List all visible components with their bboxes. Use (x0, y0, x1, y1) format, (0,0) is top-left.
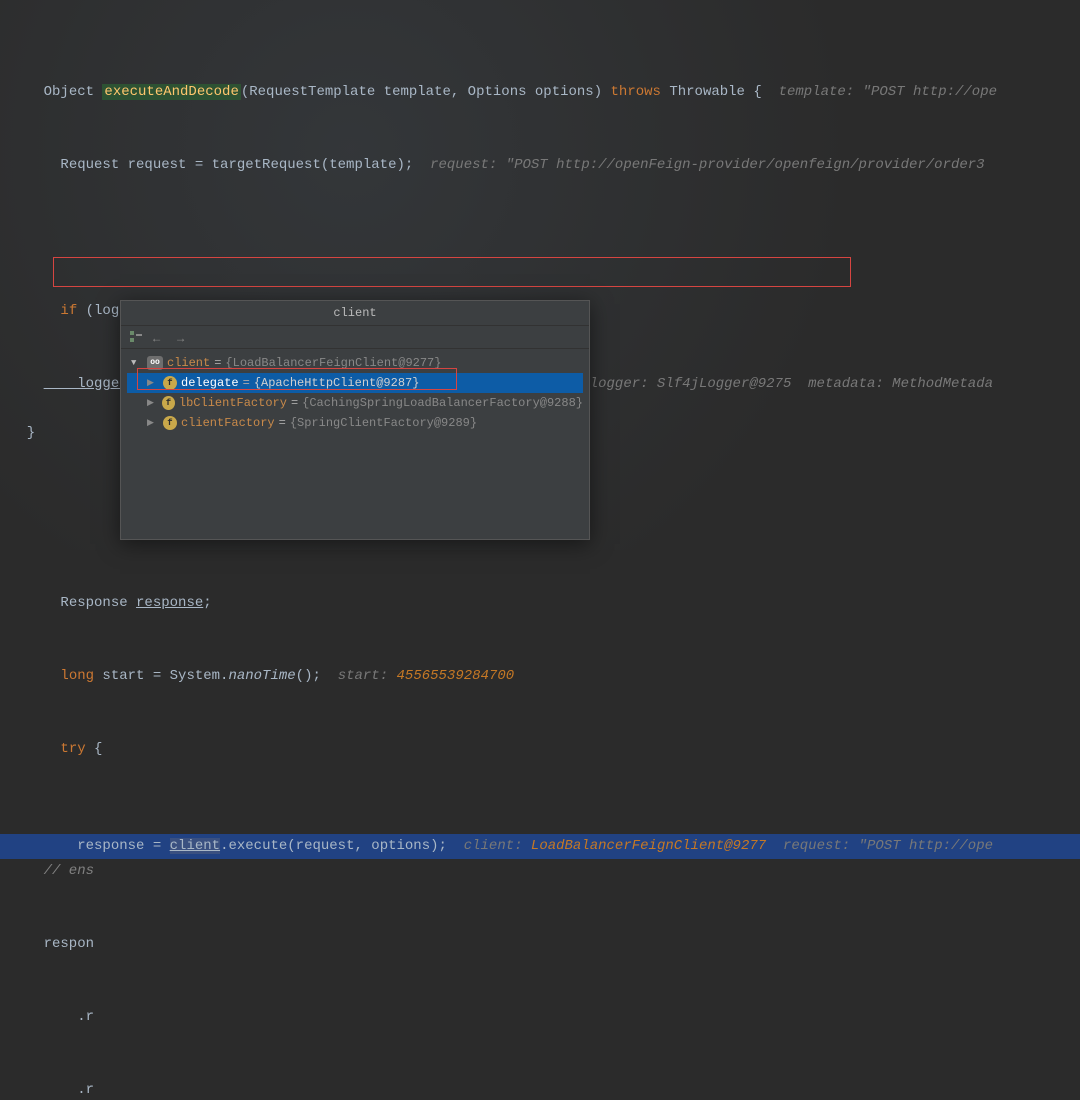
code-text: ; (203, 595, 211, 611)
inlay-hint: client: (447, 838, 531, 854)
expand-arrow-icon[interactable]: ▶ (147, 394, 158, 412)
tree-node-name: lbClientFactory (179, 394, 287, 412)
tree-node-value: {LoadBalancerFeignClient@9277} (225, 354, 441, 372)
tree-view-icon[interactable] (129, 330, 143, 344)
expand-arrow-icon[interactable]: ▼ (131, 354, 143, 372)
tree-node-value: {ApacheHttpClient@9287} (254, 374, 420, 392)
keyword: long (44, 668, 94, 684)
code-text: start = System. (94, 668, 228, 684)
inlay-hint: request: (766, 838, 858, 854)
inlay-hint: request: (413, 157, 505, 173)
code-text: respon (10, 936, 94, 952)
expand-arrow-icon[interactable]: ▶ (147, 374, 159, 392)
field-icon: f (163, 416, 177, 430)
inlay-hint: start: (321, 668, 397, 684)
keyword: throws (611, 84, 661, 100)
inlay-hint-value: "POST http://ope (859, 838, 993, 854)
static-method: nanoTime (228, 668, 295, 684)
equals: = (243, 374, 250, 392)
expand-arrow-icon[interactable]: ▶ (147, 414, 159, 432)
comment: // ens (10, 863, 94, 879)
equals: = (291, 394, 298, 412)
popup-toolbar: ← → (121, 326, 589, 349)
code-text: .execute(request, options); (220, 838, 447, 854)
inlay-hint: logger: Slf4jLogger@9275 metadata: Metho… (573, 376, 993, 392)
inlay-hint-value: LoadBalancerFeignClient@9277 (531, 838, 766, 854)
keyword: try (44, 741, 86, 757)
variable-under-inspection[interactable]: client (170, 838, 220, 854)
code-text: response = (44, 838, 170, 854)
variable-tree[interactable]: ▼ oo client = {LoadBalancerFeignClient@9… (121, 349, 589, 437)
debug-current-line[interactable]: response = client.execute(request, optio… (10, 786, 1080, 811)
code-text: Response (44, 595, 136, 611)
code-text: } (10, 425, 35, 441)
code-text: Object (44, 84, 103, 100)
variable: response (136, 595, 203, 611)
keyword: if (44, 303, 78, 319)
tree-node-value: {SpringClientFactory@9289} (290, 414, 477, 432)
inlay-hint: template: (762, 84, 863, 100)
code-editor[interactable]: Object executeAndDecode(RequestTemplate … (0, 0, 1080, 1100)
tree-root-row[interactable]: ▼ oo client = {LoadBalancerFeignClient@9… (127, 353, 583, 373)
equals: = (214, 354, 221, 372)
method-name-highlight: executeAndDecode (102, 84, 240, 100)
tree-node-value: {CachingSpringLoadBalancerFactory@9288} (302, 394, 583, 412)
tree-node-name: clientFactory (181, 414, 275, 432)
back-arrow-icon[interactable]: ← (153, 330, 167, 344)
debug-inspect-popup[interactable]: client ← → ▼ oo client = {LoadBalancerFe… (120, 300, 590, 540)
object-icon: oo (147, 356, 163, 370)
tree-child-row[interactable]: ▶ f lbClientFactory = {CachingSpringLoad… (127, 393, 583, 413)
code-text: { (86, 741, 103, 757)
code-text: .r (10, 1009, 94, 1025)
inlay-hint-value: "POST http://openFeign-provider/openfeig… (506, 157, 985, 173)
code-text: logger (44, 376, 128, 392)
tree-node-name: delegate (181, 374, 239, 392)
field-icon: f (162, 396, 175, 410)
equals: = (279, 414, 286, 432)
code-text: Request request = targetRequest(template… (44, 157, 414, 173)
code-text: (); (296, 668, 321, 684)
tree-child-row[interactable]: ▶ f clientFactory = {SpringClientFactory… (127, 413, 583, 433)
tree-child-row-selected[interactable]: ▶ f delegate = {ApacheHttpClient@9287} (127, 373, 583, 393)
code-text: Throwable { (661, 84, 762, 100)
code-text: (RequestTemplate template, Options optio… (241, 84, 611, 100)
field-icon: f (163, 376, 177, 390)
forward-arrow-icon[interactable]: → (177, 330, 191, 344)
inlay-hint-value: 45565539284700 (397, 668, 515, 684)
inlay-hint-value: "POST http://ope (863, 84, 997, 100)
tree-node-name: client (167, 354, 210, 372)
code-text: .r (10, 1082, 94, 1098)
popup-title: client (121, 301, 589, 326)
